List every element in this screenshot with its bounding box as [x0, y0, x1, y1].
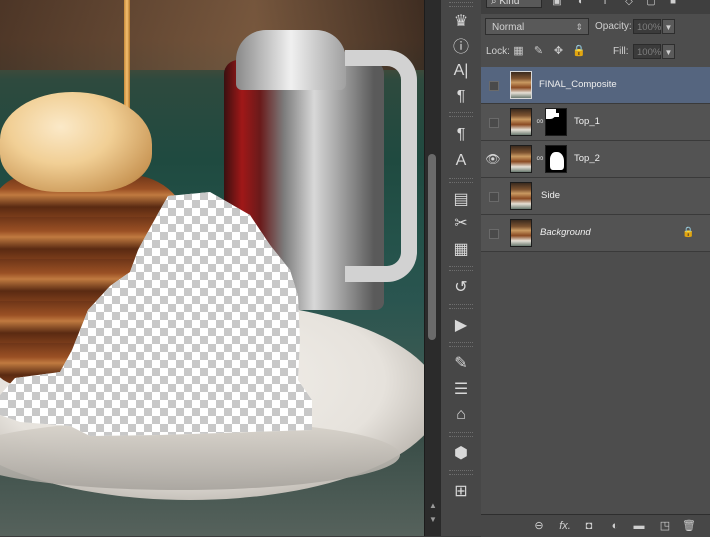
scroll-up-icon[interactable]: ▲ [425, 500, 441, 512]
layer-row-background[interactable]: Background 🔒 [481, 215, 710, 252]
scrollbar-thumb[interactable] [428, 154, 436, 340]
pixel-filter-icon[interactable]: ▣ [551, 0, 563, 8]
eye-icon: 👁 [485, 152, 501, 166]
layer-name[interactable]: FINAL_Composite [539, 67, 617, 103]
strip-separator [449, 342, 473, 347]
layer-mask-thumbnail[interactable] [545, 108, 567, 136]
layers-list: FINAL_Composite ∞ Top_1 👁 ∞ Top_2 Side B… [481, 67, 710, 252]
clone-source-icon[interactable]: ⌂ [449, 404, 473, 426]
history-brush-icon[interactable]: ↺ [449, 276, 473, 298]
layers-panel: ⌕ Kind ▣ ◐ T ◇ ▢ ■ Normal ⇕ Opacity: 100%… [481, 0, 710, 537]
layer-name[interactable]: Top_1 [574, 104, 600, 140]
add-mask-icon[interactable]: ◘ [581, 518, 597, 534]
adjustment-icon[interactable]: ◐ [607, 518, 623, 534]
scroll-down-icon[interactable]: ▼ [425, 514, 441, 526]
fill-dropdown-icon[interactable]: ▼ [662, 44, 675, 59]
notes-icon[interactable]: ▤ [449, 188, 473, 210]
adjustment-filter-icon[interactable]: ◐ [575, 0, 587, 8]
layer-thumbnail [510, 71, 532, 99]
visibility-toggle[interactable] [485, 225, 501, 241]
lock-all-icon[interactable]: 🔒 [572, 45, 586, 58]
character-styles-icon[interactable]: A [449, 150, 473, 172]
character-icon[interactable]: A| [449, 60, 473, 82]
blend-row: Normal ⇕ Opacity: 100% ▼ [481, 16, 710, 38]
opacity-label: Opacity: [595, 21, 632, 32]
strip-separator [449, 2, 473, 7]
layer-thumbnail [510, 219, 532, 247]
visibility-toggle[interactable]: 👁 [485, 151, 501, 167]
fill-label: Fill: [613, 46, 629, 57]
actions-play-icon[interactable]: ▶ [449, 314, 473, 336]
lock-image-icon[interactable]: ✎ [532, 45, 545, 58]
fx-label: fx [559, 520, 568, 532]
lock-position-icon[interactable]: ✥ [552, 45, 565, 58]
paragraph-styles-icon[interactable]: ¶ [449, 124, 473, 146]
mask-link-icon[interactable]: ∞ [535, 114, 545, 130]
visibility-toggle[interactable] [485, 114, 501, 130]
blend-mode-label: Normal [492, 22, 525, 33]
trash-icon[interactable]: 🗑 [681, 518, 697, 534]
layer-name[interactable]: Background [540, 215, 591, 251]
layer-thumbnail [510, 108, 532, 136]
history-icon[interactable]: ♛ [449, 10, 473, 32]
lock-icon: 🔒 [682, 227, 695, 238]
canvas-vertical-scrollbar[interactable]: ▲ ▼ [424, 0, 441, 536]
chevron-updown-icon: ⇕ [575, 22, 583, 32]
strip-separator [449, 112, 473, 117]
strip-separator [449, 178, 473, 183]
fill-input[interactable]: 100% [633, 44, 661, 59]
link-icon[interactable]: ⊖ [531, 518, 547, 534]
layer-row-side[interactable]: Side [481, 178, 710, 215]
layer-name[interactable]: Side [541, 178, 560, 214]
layer-mask-thumbnail[interactable] [545, 145, 567, 173]
visibility-toggle[interactable] [485, 188, 501, 204]
tool-presets-icon[interactable]: ✂ [449, 212, 473, 234]
layer-thumbnail [510, 182, 532, 210]
strip-separator [449, 470, 473, 475]
blend-mode-select[interactable]: Normal ⇕ [485, 18, 589, 35]
paragraph-icon[interactable]: ¶ [449, 86, 473, 108]
visibility-toggle[interactable] [485, 77, 501, 93]
strip-separator [449, 266, 473, 271]
adjustments-icon[interactable]: ☰ [449, 378, 473, 400]
layer-name[interactable]: Top_2 [574, 141, 600, 177]
mask-link-icon[interactable]: ∞ [535, 151, 545, 167]
lock-label: Lock: [486, 46, 510, 57]
group-folder-icon[interactable]: ▬ [631, 518, 647, 534]
panel-icon-strip: ♛ ⓘ A| ¶ ¶ A ▤ ✂ ▦ ↺ ▶ ✎ ☰ ⌂ ⬢ ⊞ [440, 0, 482, 536]
filter-kind-label: Kind [499, 0, 520, 7]
layers-bottom-bar: ⊖ fx. ◘ ◐ ▬ ◳ 🗑 [481, 514, 710, 537]
layer-row-top-1[interactable]: ∞ Top_1 [481, 104, 710, 141]
new-layer-icon[interactable]: ◳ [657, 518, 673, 534]
smart-object-filter-icon[interactable]: ▢ [645, 0, 657, 8]
filter-bar: ⌕ Kind ▣ ◐ T ◇ ▢ ■ [481, 0, 710, 14]
opacity-dropdown-icon[interactable]: ▼ [662, 19, 675, 34]
info-icon[interactable]: ⓘ [449, 34, 473, 56]
ice-cream-scoop [0, 92, 152, 192]
strip-separator [449, 304, 473, 309]
filter-toggle-icon[interactable]: ■ [667, 0, 679, 8]
layer-thumbnail [510, 145, 532, 173]
fx-icon[interactable]: fx. [557, 518, 573, 534]
type-filter-icon[interactable]: T [599, 0, 611, 8]
document-canvas[interactable] [0, 0, 424, 536]
measurement-icon[interactable]: ⊞ [449, 480, 473, 502]
brush-icon[interactable]: ✎ [449, 352, 473, 374]
layer-row-top-2[interactable]: 👁 ∞ Top_2 [481, 141, 710, 178]
pitcher-lid [236, 30, 346, 90]
pitcher-handle [345, 50, 417, 282]
opacity-input[interactable]: 100% [633, 19, 661, 34]
layer-row-final-composite[interactable]: FINAL_Composite [481, 67, 710, 104]
filter-kind-select[interactable]: ⌕ Kind [486, 0, 542, 8]
properties-icon[interactable]: ▦ [449, 238, 473, 260]
lock-transparent-icon[interactable]: ▦ [512, 45, 525, 58]
shape-filter-icon[interactable]: ◇ [623, 0, 635, 8]
3d-icon[interactable]: ⬢ [449, 442, 473, 464]
strip-separator [449, 432, 473, 437]
